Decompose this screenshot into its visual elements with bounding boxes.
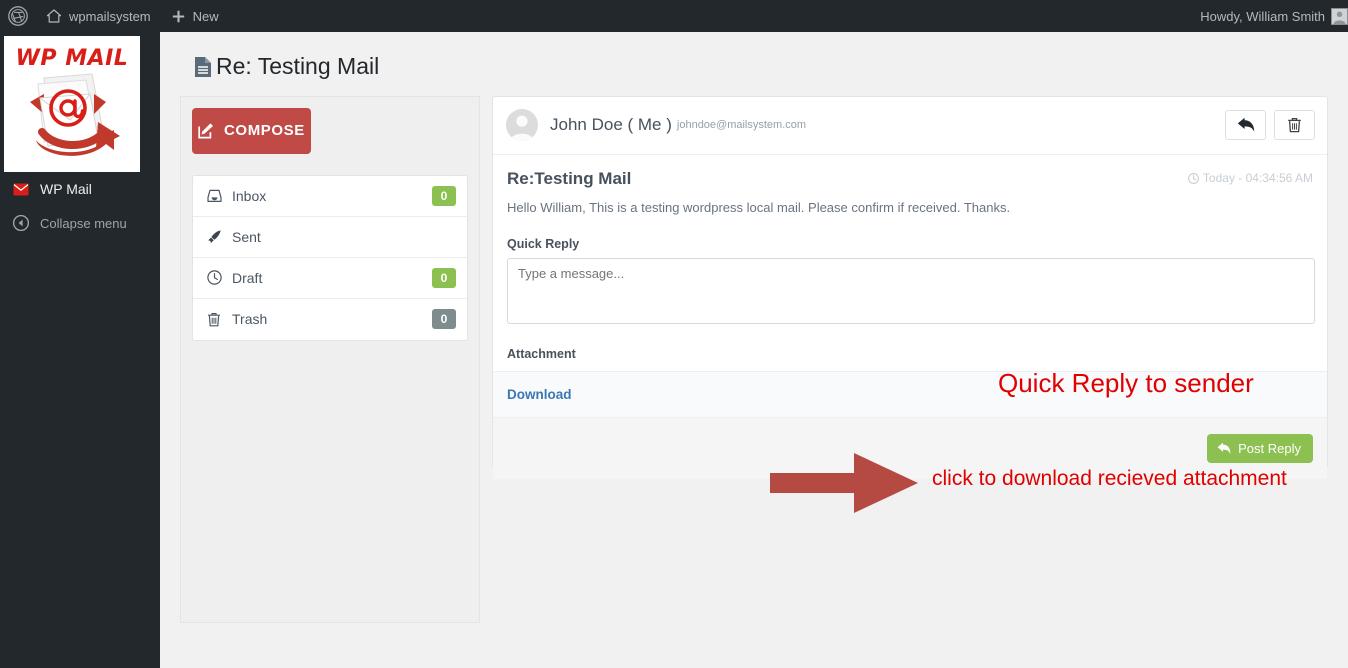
mail-timestamp-text: Today - 04:34:56 AM bbox=[1202, 171, 1313, 186]
attachment-label: Attachment bbox=[507, 346, 576, 361]
folder-item-sent[interactable]: Sent bbox=[193, 217, 467, 258]
site-name-label: wpmailsystem bbox=[69, 8, 151, 24]
wp-admin-bar: wpmailsystem New Howdy, William Smith bbox=[0, 0, 1348, 32]
sender-name: John Doe ( Me ) bbox=[550, 115, 672, 135]
compose-button[interactable]: COMPOSE bbox=[192, 107, 311, 154]
mail-footer: Post Reply bbox=[493, 417, 1327, 479]
sidebar-item-label: WP Mail bbox=[40, 181, 92, 197]
mail-header-actions bbox=[1225, 110, 1315, 141]
file-text-icon bbox=[192, 55, 214, 79]
mail-nav-panel: COMPOSE Inbox 0 Sent Draft 0 Trash 0 bbox=[180, 95, 480, 623]
pencil-square-icon bbox=[198, 122, 215, 139]
folder-count-badge: 0 bbox=[432, 267, 456, 288]
admin-bar-right-group: Howdy, William Smith bbox=[1190, 0, 1348, 32]
folder-count-badge: 0 bbox=[432, 185, 456, 206]
envelope-icon bbox=[11, 183, 31, 196]
wp-mail-logo-artwork bbox=[14, 68, 130, 164]
attachment-row: Download bbox=[493, 370, 1327, 418]
avatar bbox=[506, 109, 538, 142]
post-reply-label: Post Reply bbox=[1238, 440, 1301, 456]
trash-icon bbox=[205, 312, 223, 327]
wordpress-logo-menu[interactable] bbox=[0, 0, 36, 32]
site-name-menu[interactable]: wpmailsystem bbox=[36, 0, 161, 32]
folder-label: Trash bbox=[232, 311, 268, 328]
mail-subject-row: Re:Testing Mail Today - 04:34:56 AM bbox=[507, 169, 1313, 189]
mail-header: John Doe ( Me ) johndoe@mailsystem.com bbox=[493, 97, 1327, 155]
wp-mail-logo: WP MAIL bbox=[4, 36, 140, 172]
clock-icon bbox=[1187, 172, 1199, 184]
new-content-label: New bbox=[192, 8, 219, 24]
compose-button-label: COMPOSE bbox=[224, 122, 305, 140]
quick-reply-label: Quick Reply bbox=[507, 236, 580, 251]
paper-plane-icon bbox=[205, 229, 223, 244]
folder-count-badge: 0 bbox=[432, 309, 456, 330]
folder-label: Sent bbox=[232, 228, 261, 245]
delete-button[interactable] bbox=[1274, 110, 1315, 141]
plus-icon bbox=[171, 9, 186, 24]
inbox-icon bbox=[205, 189, 223, 203]
reply-arrow-icon bbox=[1237, 117, 1255, 133]
sender-email: johndoe@mailsystem.com bbox=[676, 119, 807, 132]
folder-item-draft[interactable]: Draft 0 bbox=[193, 258, 467, 299]
folder-label: Draft bbox=[232, 269, 263, 286]
folder-item-inbox[interactable]: Inbox 0 bbox=[193, 176, 467, 217]
attachment-download-link[interactable]: Download bbox=[507, 387, 572, 402]
mail-detail-panel: John Doe ( Me ) johndoe@mailsystem.com R… bbox=[492, 95, 1328, 479]
folder-label: Inbox bbox=[232, 187, 267, 204]
post-reply-button[interactable]: Post Reply bbox=[1207, 433, 1313, 463]
sidebar-item-collapse-menu[interactable]: Collapse menu bbox=[0, 206, 160, 240]
reply-arrow-icon bbox=[1217, 442, 1231, 455]
clock-icon bbox=[205, 270, 223, 286]
avatar[interactable] bbox=[1331, 7, 1348, 25]
mail-message-text: Hello William, This is a testing wordpre… bbox=[507, 199, 1011, 215]
trash-icon bbox=[1287, 117, 1302, 133]
mail-subject: Re:Testing Mail bbox=[507, 168, 632, 188]
home-icon bbox=[46, 8, 62, 24]
wordpress-logo-icon bbox=[8, 6, 28, 26]
page-title: Re: Testing Mail bbox=[160, 32, 1348, 96]
quick-reply-input[interactable] bbox=[507, 257, 1315, 324]
mail-body: Re:Testing Mail Today - 04:34:56 AM Hell… bbox=[493, 155, 1327, 479]
reply-button[interactable] bbox=[1225, 110, 1266, 141]
new-content-menu[interactable]: New bbox=[161, 0, 229, 32]
folder-item-trash[interactable]: Trash 0 bbox=[193, 299, 467, 340]
mail-timestamp: Today - 04:34:56 AM bbox=[1187, 171, 1313, 186]
folder-list: Inbox 0 Sent Draft 0 Trash 0 bbox=[192, 174, 468, 341]
collapse-arrow-icon bbox=[11, 215, 31, 231]
page-title-text: Re: Testing Mail bbox=[216, 53, 380, 79]
sidebar-item-wp-mail[interactable]: WP Mail bbox=[0, 172, 160, 206]
howdy-greeting[interactable]: Howdy, William Smith bbox=[1190, 9, 1331, 24]
admin-sidebar: WP MAIL WP Mail Collapse menu bbox=[0, 32, 160, 668]
sidebar-item-label: Collapse menu bbox=[40, 215, 127, 231]
page-body: Re: Testing Mail COMPOSE Inbox 0 Sent Dr… bbox=[160, 32, 1348, 668]
